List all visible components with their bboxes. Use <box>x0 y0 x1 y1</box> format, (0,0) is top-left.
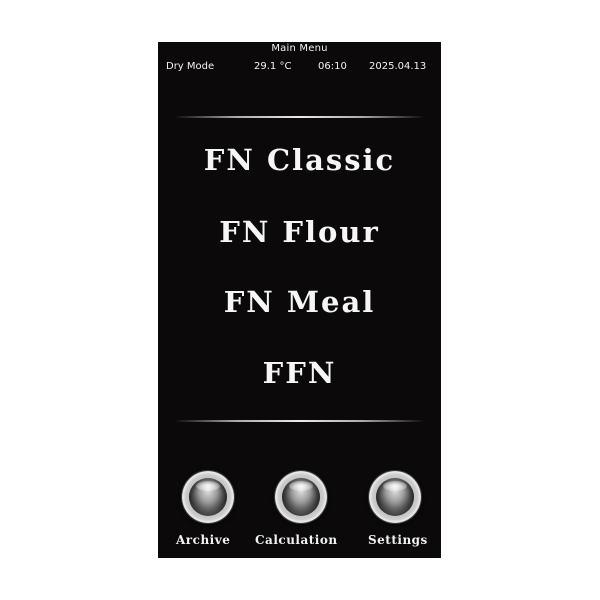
menu-item-fn-classic[interactable]: FN Classic <box>158 143 441 177</box>
calculation-label[interactable]: Calculation <box>255 533 338 547</box>
menu-item-ffn[interactable]: FFN <box>158 356 441 390</box>
settings-label[interactable]: Settings <box>368 533 428 547</box>
calculation-button-highlight <box>289 481 313 491</box>
archive-button[interactable] <box>182 471 234 523</box>
top-divider <box>174 116 425 118</box>
device-screen: Main Menu Dry Mode 29.1 °C 06:10 2025.04… <box>158 42 441 558</box>
bottom-divider <box>174 420 425 422</box>
menu-item-fn-flour[interactable]: FN Flour <box>158 215 441 249</box>
screen-title: Main Menu <box>271 43 328 54</box>
clock-date: 2025.04.13 <box>369 61 427 72</box>
archive-label[interactable]: Archive <box>176 533 230 547</box>
archive-button-highlight <box>196 481 220 491</box>
temperature-readout: 29.1 °C <box>254 61 292 72</box>
settings-button-highlight <box>383 481 407 491</box>
menu-item-fn-meal[interactable]: FN Meal <box>158 285 441 319</box>
mode-indicator: Dry Mode <box>166 61 215 72</box>
calculation-button[interactable] <box>275 471 327 523</box>
settings-button[interactable] <box>369 471 421 523</box>
clock-time: 06:10 <box>318 61 347 72</box>
